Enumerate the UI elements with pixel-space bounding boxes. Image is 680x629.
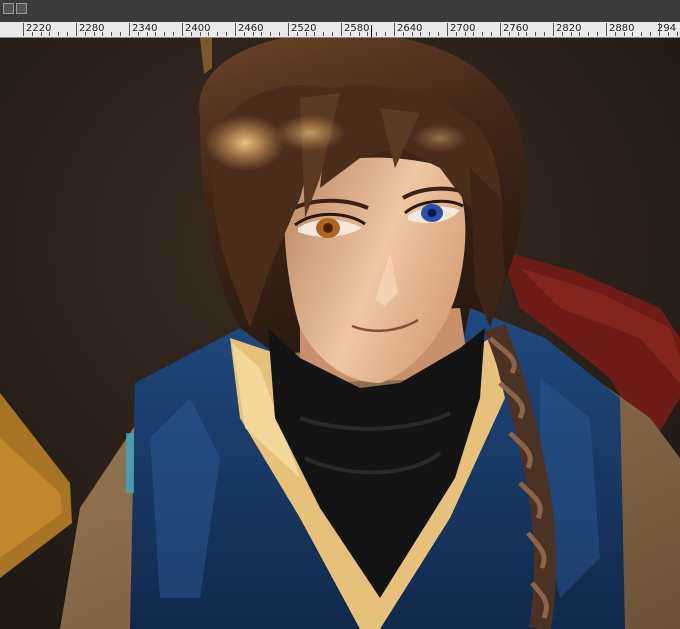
ruler-label: 2880: [609, 23, 635, 34]
ruler-label: 2220: [26, 23, 52, 34]
ruler-minor-tick: [420, 32, 422, 36]
toolbar-icon[interactable]: [3, 3, 14, 14]
ruler-tick: [553, 23, 554, 36]
ruler-minor-tick: [464, 32, 466, 36]
ruler-minor-tick: [102, 32, 104, 36]
ruler-minor-tick: [270, 32, 272, 36]
ruler-label: 2400: [185, 23, 211, 34]
ruler-minor-tick: [49, 32, 51, 36]
ruler-minor-tick: [623, 32, 625, 36]
toolbar-icon[interactable]: [16, 3, 27, 14]
ruler-minor-tick: [544, 32, 545, 36]
hair-highlight: [205, 115, 285, 171]
ruler-tick: [288, 23, 289, 36]
ruler-minor-tick: [473, 32, 475, 36]
ruler-label: 2460: [238, 23, 264, 34]
ruler-minor-tick: [93, 32, 95, 36]
ruler-minor-tick: [40, 32, 42, 36]
toolbar: [0, 0, 680, 22]
ruler-minor-tick: [58, 32, 60, 36]
ruler-minor-tick: [84, 32, 86, 36]
ruler-minor-tick: [632, 32, 634, 36]
ruler-label: 2760: [503, 23, 529, 34]
ruler-tick: [341, 23, 342, 36]
ruler-minor-tick: [173, 32, 174, 36]
artwork: [0, 38, 680, 629]
ruler-minor-tick: [199, 32, 201, 36]
ruler-label: 2520: [291, 23, 317, 34]
ruler-minor-tick: [367, 32, 369, 36]
ruler-minor-tick: [667, 32, 669, 36]
ruler-tick: [182, 23, 183, 36]
ruler-minor-tick: [411, 32, 413, 36]
ruler-minor-tick: [517, 32, 519, 36]
ruler-minor-tick: [376, 32, 378, 36]
ruler-minor-tick: [579, 32, 581, 36]
ruler-minor-tick: [190, 32, 192, 36]
horizontal-ruler[interactable]: 2220 2280 2340 2400 2460 2520 2580 2640 …: [0, 22, 680, 38]
ruler-cursor-marker: [371, 25, 372, 37]
ruler-minor-tick: [650, 32, 651, 36]
ruler-label: 2340: [132, 23, 158, 34]
ruler-minor-tick: [438, 32, 439, 36]
ruler-minor-tick: [67, 32, 68, 36]
ruler-minor-tick: [482, 32, 484, 36]
ruler-minor-tick: [526, 32, 528, 36]
ruler-minor-tick: [217, 32, 219, 36]
ruler-tick: [235, 23, 236, 36]
ruler-tick: [394, 23, 395, 36]
ruler-tick: [447, 23, 448, 36]
ruler-minor-tick: [588, 32, 590, 36]
ruler-minor-tick: [455, 32, 457, 36]
ruler-minor-tick: [614, 32, 616, 36]
ruler-tick: [129, 23, 130, 36]
ruler-minor-tick: [137, 32, 139, 36]
ruler-minor-tick: [641, 32, 643, 36]
ruler-tick: [23, 23, 24, 36]
ruler-minor-tick: [561, 32, 563, 36]
ruler-tick: [76, 23, 77, 36]
ruler-minor-tick: [208, 32, 210, 36]
ruler-minor-tick: [155, 32, 157, 36]
ruler-minor-tick: [358, 32, 360, 36]
ruler-minor-tick: [570, 32, 572, 36]
ruler-tick: [606, 23, 607, 36]
paint-app-window: 2220 2280 2340 2400 2460 2520 2580 2640 …: [0, 0, 680, 629]
ruler-label: 2820: [556, 23, 582, 34]
ruler-minor-tick: [164, 32, 166, 36]
ruler-minor-tick: [279, 32, 280, 36]
ruler-minor-tick: [676, 32, 678, 36]
ruler-minor-tick: [349, 32, 351, 36]
ruler-minor-tick: [323, 32, 325, 36]
ruler-minor-tick: [120, 32, 121, 36]
drawing-canvas[interactable]: [0, 38, 680, 629]
ruler-minor-tick: [508, 32, 510, 36]
ruler-label: 2280: [79, 23, 105, 34]
ruler-minor-tick: [261, 32, 263, 36]
ruler-minor-tick: [31, 32, 33, 36]
ruler-minor-tick: [252, 32, 254, 36]
ruler-minor-tick: [429, 32, 431, 36]
ruler-tick: [659, 23, 660, 36]
ruler-minor-tick: [111, 32, 113, 36]
ruler-minor-tick: [243, 32, 245, 36]
ruler-minor-tick: [146, 32, 148, 36]
ruler-minor-tick: [385, 32, 386, 36]
ruler-tick: [500, 23, 501, 36]
ruler-minor-tick: [226, 32, 227, 36]
ruler-minor-tick: [402, 32, 404, 36]
ruler-minor-tick: [491, 32, 492, 36]
ruler-minor-tick: [597, 32, 598, 36]
ruler-minor-tick: [296, 32, 298, 36]
ruler-label: 2640: [397, 23, 423, 34]
ruler-minor-tick: [535, 32, 537, 36]
ruler-minor-tick: [332, 32, 333, 36]
ruler-minor-tick: [305, 32, 307, 36]
ruler-label: 2700: [450, 23, 476, 34]
ruler-label: 2580: [344, 23, 370, 34]
ruler-minor-tick: [314, 32, 316, 36]
